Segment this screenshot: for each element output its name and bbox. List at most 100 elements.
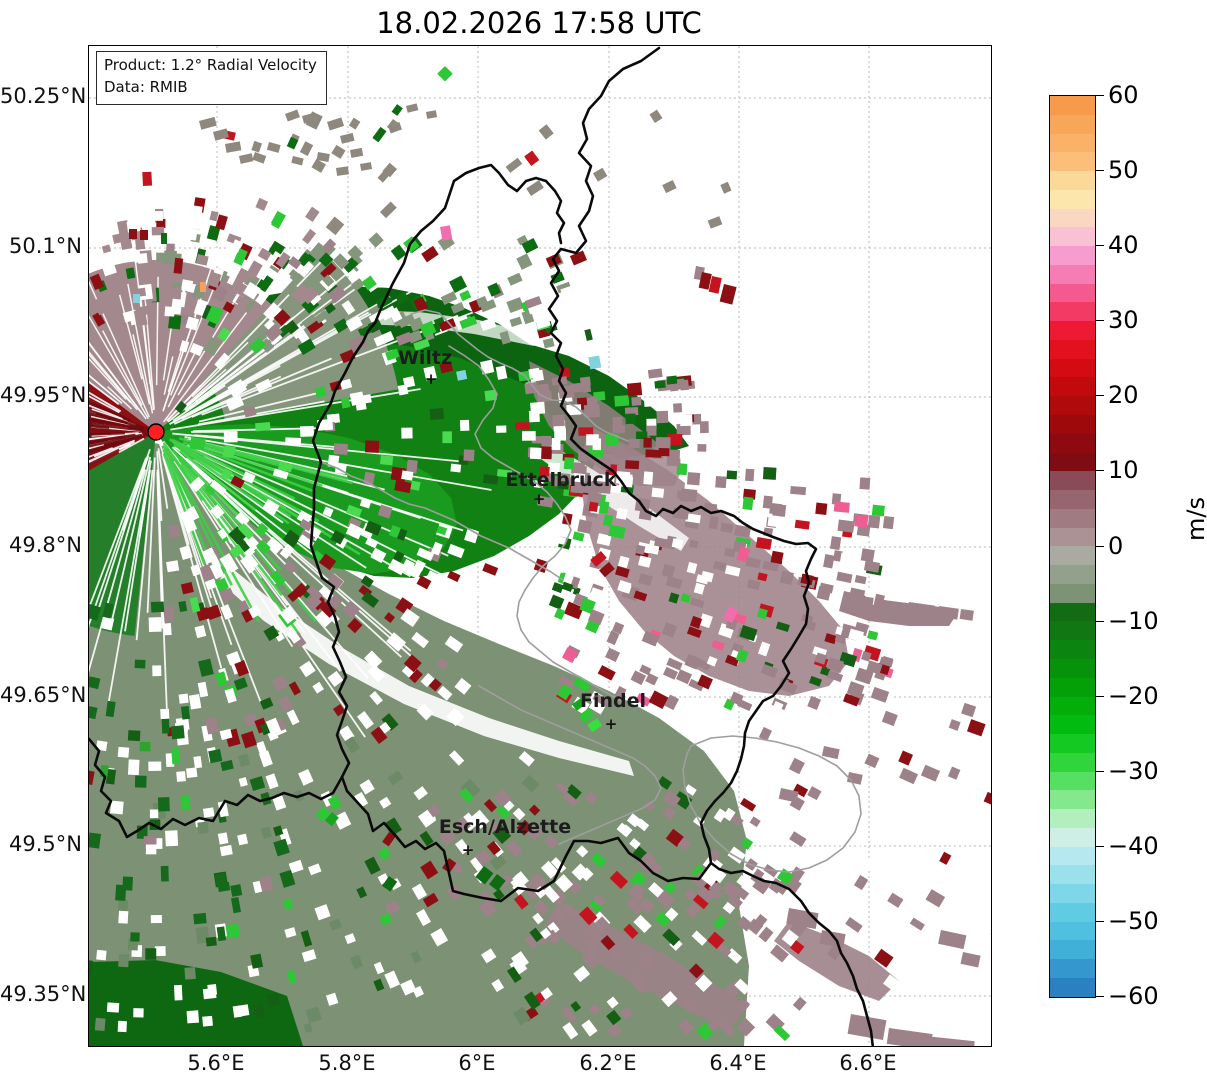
velocity-cell (137, 252, 148, 264)
velocity-cell (643, 471, 654, 485)
velocity-cell (551, 582, 564, 594)
velocity-cell (577, 519, 593, 534)
velocity-cell (180, 795, 191, 811)
colorbar-tick-mark (1096, 545, 1104, 547)
colorbar-segment (1050, 621, 1095, 641)
velocity-cell (679, 414, 693, 427)
velocity-cell (496, 425, 507, 433)
velocity-cell (205, 936, 217, 947)
velocity-cell (189, 436, 206, 451)
velocity-cell (864, 753, 880, 769)
city-marker: + (533, 490, 546, 508)
y-tick-label: 49.8°N (9, 533, 82, 557)
velocity-cell (348, 117, 361, 130)
velocity-cell (118, 954, 129, 968)
velocity-cell (615, 450, 629, 460)
velocity-cell (597, 665, 616, 681)
velocity-cell (790, 485, 807, 496)
velocity-cell (781, 548, 798, 564)
velocity-cell (148, 617, 162, 632)
colorbar-tick-mark (1096, 320, 1104, 322)
velocity-cell (437, 66, 453, 82)
velocity-cell (795, 985, 808, 998)
colorbar-segment (1050, 752, 1095, 772)
colorbar-tick-label: 40 (1108, 231, 1139, 260)
velocity-cell (768, 908, 784, 924)
velocity-cell (127, 730, 141, 742)
velocity-cell (327, 117, 345, 131)
velocity-cell (255, 197, 269, 211)
velocity-cell (563, 457, 575, 470)
velocity-cell (849, 832, 865, 847)
velocity-cell (791, 709, 810, 727)
velocity-cell (989, 860, 991, 875)
city-label: Esch/Alzette (439, 816, 571, 838)
velocity-cell (654, 380, 666, 389)
velocity-cell (117, 746, 130, 758)
velocity-cell (867, 514, 881, 529)
colorbar-segment (1050, 677, 1095, 697)
velocity-cell (110, 800, 124, 815)
x-tick-label: 5.6°E (187, 1051, 245, 1075)
velocity-cell (792, 996, 807, 1011)
colorbar-segment (1050, 809, 1095, 828)
y-tick-label: 49.5°N (9, 832, 82, 856)
colorbar-segment (1050, 96, 1095, 115)
colorbar-segment (1050, 433, 1095, 453)
velocity-cell (807, 695, 821, 711)
velocity-cell (133, 1008, 144, 1018)
velocity-cell (256, 219, 272, 237)
colorbar-unit-label: m/s (1182, 497, 1207, 541)
velocity-cell (173, 257, 184, 274)
velocity-cell (807, 786, 822, 801)
velocity-cell (285, 109, 300, 122)
colorbar-tick-label: 30 (1108, 306, 1139, 335)
velocity-cell (106, 1002, 120, 1013)
velocity-cell (89, 832, 102, 849)
velocity-cell (270, 210, 286, 229)
velocity-cell (145, 948, 157, 960)
velocity-cell (360, 162, 373, 171)
velocity-cell (983, 791, 991, 807)
colorbar-segment (1050, 396, 1095, 416)
velocity-cell (193, 755, 203, 769)
velocity-cell (442, 431, 452, 444)
velocity-cell (302, 228, 317, 245)
colorbar-segment (1050, 114, 1095, 134)
colorbar-segment (1050, 527, 1095, 547)
colorbar-tick-mark (1096, 245, 1104, 247)
velocity-cell (939, 851, 952, 865)
colorbar-segment (1050, 546, 1095, 566)
velocity-cell (938, 929, 967, 950)
y-tick-label: 50.25°N (0, 84, 87, 108)
velocity-cell (225, 923, 241, 939)
velocity-cell (305, 206, 320, 222)
velocity-cell (463, 275, 479, 292)
velocity-cell (845, 917, 863, 933)
velocity-cell (605, 647, 621, 663)
velocity-cell (628, 438, 640, 449)
velocity-cell (592, 438, 602, 451)
colorbar-tick-label: 50 (1108, 156, 1139, 185)
city-marker: + (605, 715, 618, 733)
velocity-cell (990, 924, 991, 939)
velocity-cell (524, 150, 540, 167)
velocity-cell (760, 848, 777, 866)
velocity-cell (522, 431, 536, 441)
velocity-cell (588, 355, 602, 370)
velocity-cell (161, 233, 167, 244)
velocity-cell (966, 719, 986, 737)
velocity-cell (391, 104, 403, 116)
velocity-cell (579, 376, 591, 387)
colorbar-tick-label: 60 (1108, 81, 1139, 109)
colorbar-tick-mark (1096, 845, 1104, 847)
city-label: Ettelbruck (506, 469, 617, 491)
colorbar-segment (1050, 471, 1095, 491)
velocity-cell (570, 329, 588, 346)
velocity-cell (186, 1010, 200, 1024)
y-tick-label: 49.35°N (0, 982, 87, 1006)
velocity-cell (673, 403, 683, 413)
velocity-cell (526, 180, 544, 196)
velocity-cell (185, 767, 198, 778)
velocity-cell (200, 282, 206, 292)
